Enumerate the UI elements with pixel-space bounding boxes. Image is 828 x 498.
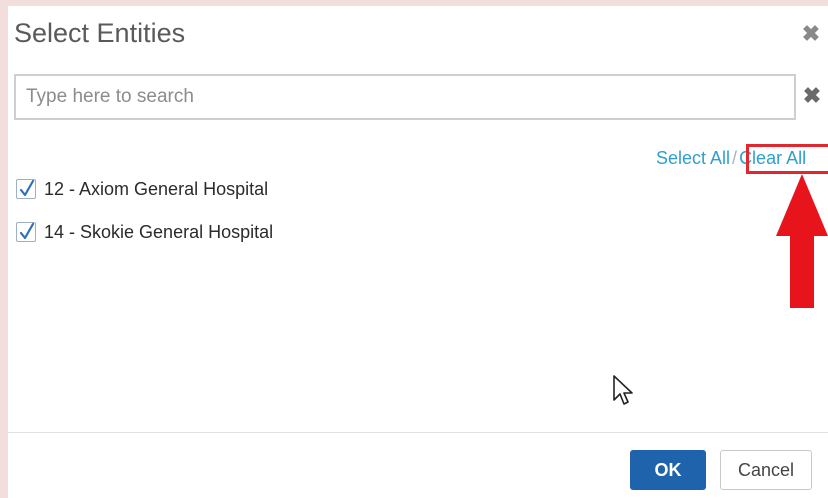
entity-label: 14 - Skokie General Hospital <box>44 221 274 242</box>
dialog-title: Select Entities <box>14 18 186 48</box>
ok-button[interactable]: OK <box>630 450 706 490</box>
close-icon[interactable]: ✖ <box>801 23 821 45</box>
clear-all-highlight-box <box>746 144 828 174</box>
checkbox[interactable] <box>16 179 36 199</box>
checkbox[interactable] <box>16 222 36 242</box>
cancel-button[interactable]: Cancel <box>720 450 812 490</box>
checkmark-icon <box>19 179 35 197</box>
clear-search-icon[interactable]: ✖ <box>802 85 822 107</box>
select-entities-dialog: Select Entities ✖ ✖ Select All/Clear All… <box>8 6 828 498</box>
select-all-link[interactable]: Select All <box>656 148 730 168</box>
entity-item[interactable]: 12 - Axiom General Hospital <box>16 176 268 202</box>
red-arrow-annotation <box>776 174 828 308</box>
checkmark-icon <box>19 222 35 240</box>
search-field[interactable] <box>14 74 796 120</box>
entity-item[interactable]: 14 - Skokie General Hospital <box>16 219 273 245</box>
entity-label: 12 - Axiom General Hospital <box>44 178 269 199</box>
footer-divider <box>8 432 828 433</box>
search-input[interactable] <box>16 76 794 118</box>
separator: / <box>732 148 738 168</box>
mouse-cursor-icon <box>613 375 633 405</box>
